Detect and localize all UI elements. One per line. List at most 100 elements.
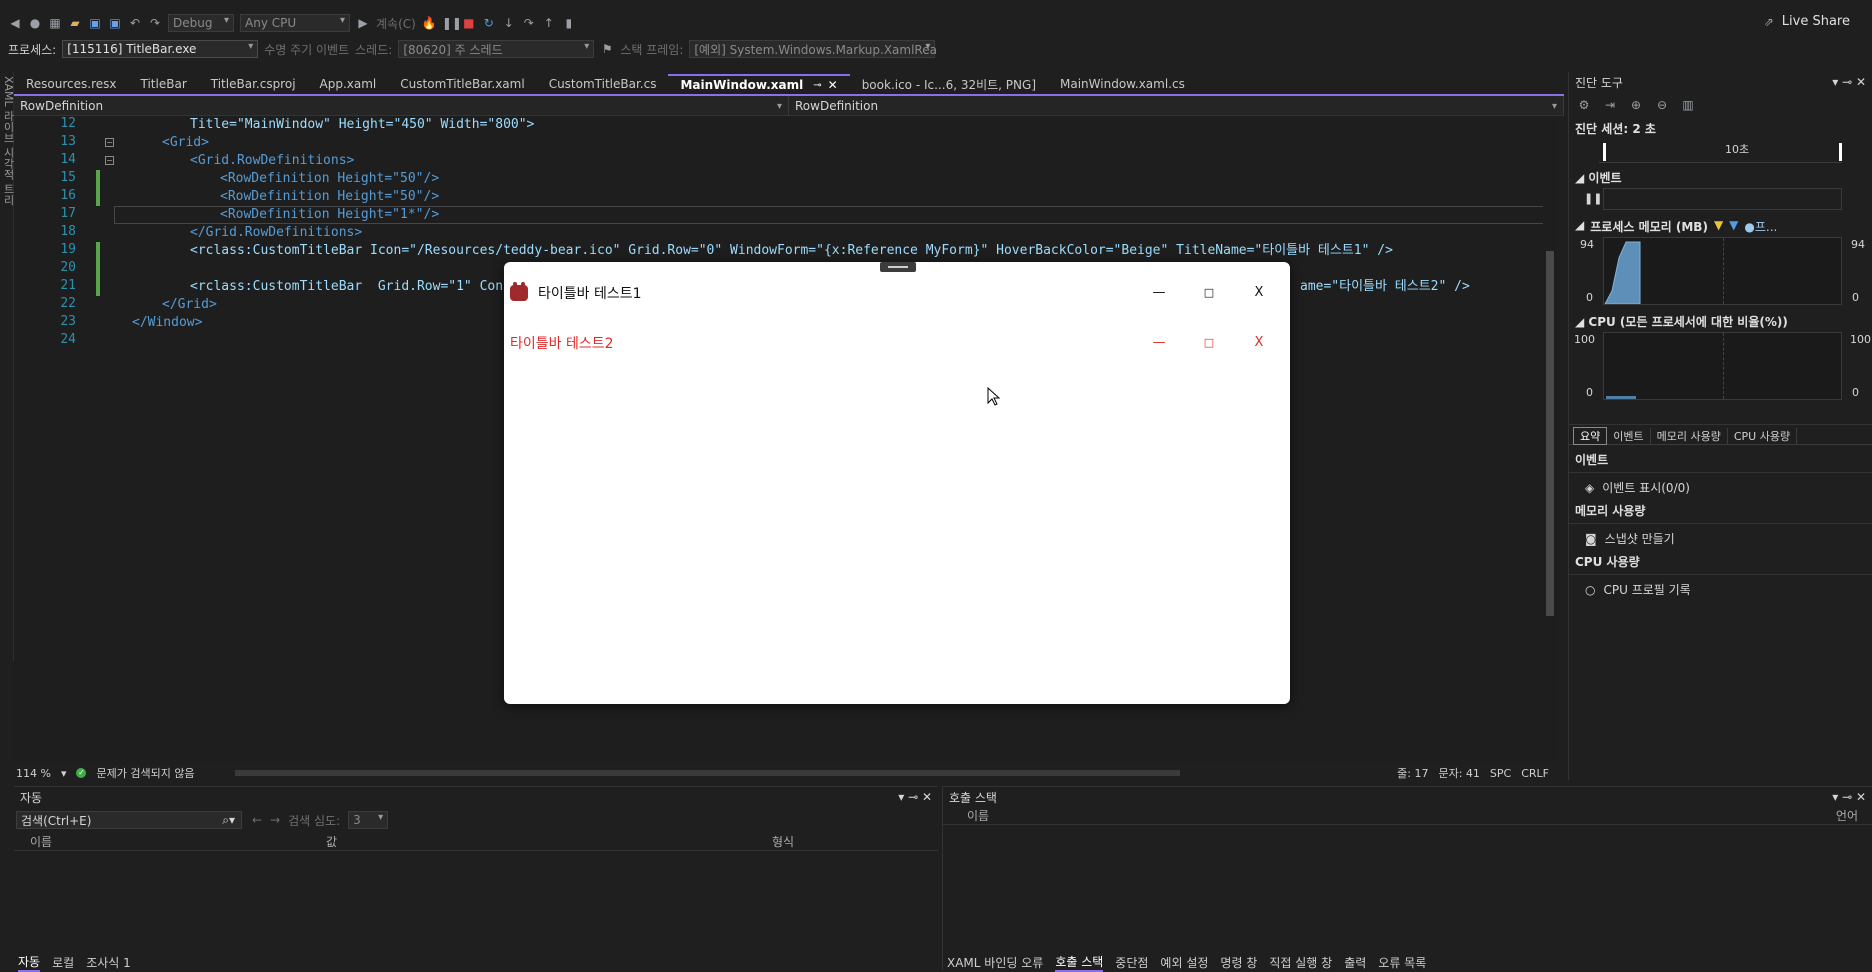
flag-icon[interactable]: ⚑ <box>600 42 614 56</box>
tab-xaml-binding-errors[interactable]: XAML 바인딩 오류 <box>947 954 1043 971</box>
tab-resources-resx[interactable]: Resources.resx <box>14 74 129 94</box>
tab-breakpoints[interactable]: 중단점 <box>1115 954 1148 971</box>
timeline-ruler[interactable]: 10초 <box>1599 139 1842 163</box>
stack-frame-dropdown[interactable]: [예외] System.Windows.Markup.XamlRea <box>689 40 937 58</box>
hot-reload-icon[interactable]: 🔥 <box>422 16 437 30</box>
tab-exception-settings[interactable]: 예외 설정 <box>1160 954 1208 971</box>
continue-icon[interactable]: ▶ <box>356 16 370 30</box>
tab-titlebar[interactable]: TitleBar <box>129 74 199 94</box>
fold-toggle[interactable]: − <box>105 138 114 147</box>
take-snapshot-button[interactable]: ◙ 스냅샷 만들기 <box>1569 526 1872 551</box>
save-all-icon[interactable]: ▣ <box>108 16 122 30</box>
nav-right-dropdown[interactable]: RowDefinition <box>789 96 1564 116</box>
tab-titlebar-csproj[interactable]: TitleBar.csproj <box>199 74 308 94</box>
maximize-button[interactable]: □ <box>1184 278 1234 308</box>
live-share-button[interactable]: ⇗ Live Share <box>1762 14 1850 29</box>
custom-titlebar-1[interactable]: 타이틀바 테스트1 — □ X <box>504 274 1290 312</box>
stop-icon[interactable]: ■ <box>462 16 476 30</box>
save-icon[interactable]: ▣ <box>88 16 102 30</box>
show-events-link[interactable]: ◈ 이벤트 표시(0/0) <box>1569 475 1872 500</box>
step-over-icon[interactable]: ↷ <box>522 16 536 30</box>
autos-search-input[interactable]: 검색(Ctrl+E) ⌕▾ <box>16 811 242 829</box>
process-dropdown[interactable]: [115116] TitleBar.exe <box>62 40 259 58</box>
tab-watch-1[interactable]: 조사식 1 <box>86 954 131 971</box>
settings-icon[interactable]: ⚙ <box>1577 98 1591 112</box>
lifecycle-events-button[interactable]: 수명 주기 이벤트 <box>264 41 349 58</box>
new-project-icon[interactable]: ▦ <box>48 16 62 30</box>
restart-icon[interactable]: ↻ <box>482 16 496 30</box>
platform-dropdown[interactable]: Any CPU <box>240 14 350 32</box>
step-out-icon[interactable]: ↑ <box>542 16 556 30</box>
tab-mainwindow-xaml[interactable]: MainWindow.xaml ⊸ ✕ <box>668 74 850 94</box>
col-callstack-language[interactable]: 언어 <box>1836 807 1872 824</box>
tab-mainwindow-xaml-cs[interactable]: MainWindow.xaml.cs <box>1048 74 1197 94</box>
forward-icon[interactable]: ● <box>28 16 42 30</box>
maximize-button-2[interactable]: □ <box>1184 328 1234 358</box>
tab-cpu-usage[interactable]: CPU 사용량 <box>1728 427 1798 444</box>
col-callstack-name[interactable]: 이름 <box>943 807 1836 824</box>
pause-icon[interactable]: ❚❚ <box>442 16 462 30</box>
search-forward-icon[interactable]: → <box>270 813 280 827</box>
tab-book-ico[interactable]: book.ico - Ic...6, 32비트, PNG] <box>850 74 1048 94</box>
tab-summary[interactable]: 요약 <box>1573 426 1608 445</box>
tab-app-xaml[interactable]: App.xaml <box>308 74 389 94</box>
zoom-out-icon[interactable]: ⊖ <box>1655 98 1669 112</box>
close-tab-icon[interactable]: ✕ <box>828 78 838 92</box>
undo-icon[interactable]: ↶ <box>128 16 142 30</box>
search-back-icon[interactable]: ← <box>252 813 262 827</box>
search-depth-dropdown[interactable]: 3 <box>348 811 389 829</box>
continue-button[interactable]: 계속(C) <box>376 15 416 32</box>
tab-memory-usage[interactable]: 메모리 사용량 <box>1651 427 1728 444</box>
thread-dropdown[interactable]: [80620] 주 스레드 <box>398 40 595 58</box>
tab-call-stack[interactable]: 호출 스택 <box>1055 953 1104 972</box>
minimize-button[interactable]: — <box>1134 278 1184 308</box>
col-type[interactable]: 형식 <box>766 833 794 850</box>
side-tool-tab[interactable]: XAML 라이브 시각적 트리 <box>0 72 15 662</box>
tab-command-window[interactable]: 명령 창 <box>1220 954 1257 971</box>
config-dropdown[interactable]: Debug <box>168 14 234 32</box>
timeline-start-handle[interactable] <box>1603 143 1606 161</box>
close-button[interactable]: X <box>1234 278 1284 308</box>
tab-autos[interactable]: 자동 <box>18 953 41 972</box>
tab-output[interactable]: 출력 <box>1344 954 1366 971</box>
nav-left-dropdown[interactable]: RowDefinition <box>14 96 789 116</box>
tab-error-list[interactable]: 오류 목록 <box>1378 954 1426 971</box>
tab-events[interactable]: 이벤트 <box>1607 427 1651 444</box>
minimize-button-2[interactable]: — <box>1134 328 1184 358</box>
step-into-icon[interactable]: ↓ <box>502 16 516 30</box>
zoom-dropdown-icon[interactable]: ▾ <box>61 767 67 780</box>
bookmark-icon[interactable]: ▮ <box>562 16 576 30</box>
line-ending[interactable]: CRLF <box>1521 767 1549 780</box>
editor-vertical-scrollbar[interactable] <box>1543 116 1557 764</box>
zoom-level[interactable]: 114 % <box>16 767 51 780</box>
timeline-end-handle[interactable] <box>1839 143 1842 161</box>
tab-customtitlebar-xaml[interactable]: CustomTitleBar.xaml <box>388 74 536 94</box>
scroll-thumb[interactable] <box>1546 251 1554 616</box>
issues-status[interactable]: 문제가 검색되지 않음 <box>96 765 194 781</box>
search-icon[interactable]: ⌕▾ <box>222 813 235 828</box>
custom-titlebar-2[interactable]: 타이틀바 테스트2 — □ X <box>504 324 1290 362</box>
app-window[interactable]: 타이틀바 테스트1 — □ X 타이틀바 테스트2 — □ X <box>504 262 1290 704</box>
tab-customtitlebar-cs[interactable]: CustomTitleBar.cs <box>537 74 669 94</box>
autos-panel-controls[interactable]: ▾ ⊸ ✕ <box>898 790 932 804</box>
open-folder-icon[interactable]: ▰ <box>68 16 82 30</box>
record-cpu-profile-button[interactable]: ○ CPU 프로필 기록 <box>1569 577 1872 602</box>
callstack-panel-controls[interactable]: ▾ ⊸ ✕ <box>1832 790 1866 804</box>
tab-immediate-window[interactable]: 직접 실행 창 <box>1269 954 1332 971</box>
tab-locals[interactable]: 로컬 <box>52 954 74 971</box>
fold-toggle[interactable]: − <box>105 156 114 165</box>
panel-controls[interactable]: ▾ ⊸ ✕ <box>1832 75 1866 89</box>
whitespace-mode[interactable]: SPC <box>1490 767 1511 780</box>
back-icon[interactable]: ◀ <box>8 16 22 30</box>
reset-view-icon[interactable]: ▥ <box>1681 98 1695 112</box>
drag-grip[interactable] <box>880 262 916 272</box>
col-name[interactable]: 이름 <box>14 833 320 850</box>
export-icon[interactable]: ⇥ <box>1603 98 1617 112</box>
redo-icon[interactable]: ↷ <box>148 16 162 30</box>
col-value[interactable]: 값 <box>320 833 766 850</box>
zoom-in-icon[interactable]: ⊕ <box>1629 98 1643 112</box>
horizontal-scrollbar[interactable] <box>234 770 1180 776</box>
pause-events-icon[interactable]: ❚❚ <box>1584 192 1602 205</box>
pin-icon[interactable]: ⊸ <box>813 80 821 91</box>
close-button-2[interactable]: X <box>1234 328 1284 358</box>
